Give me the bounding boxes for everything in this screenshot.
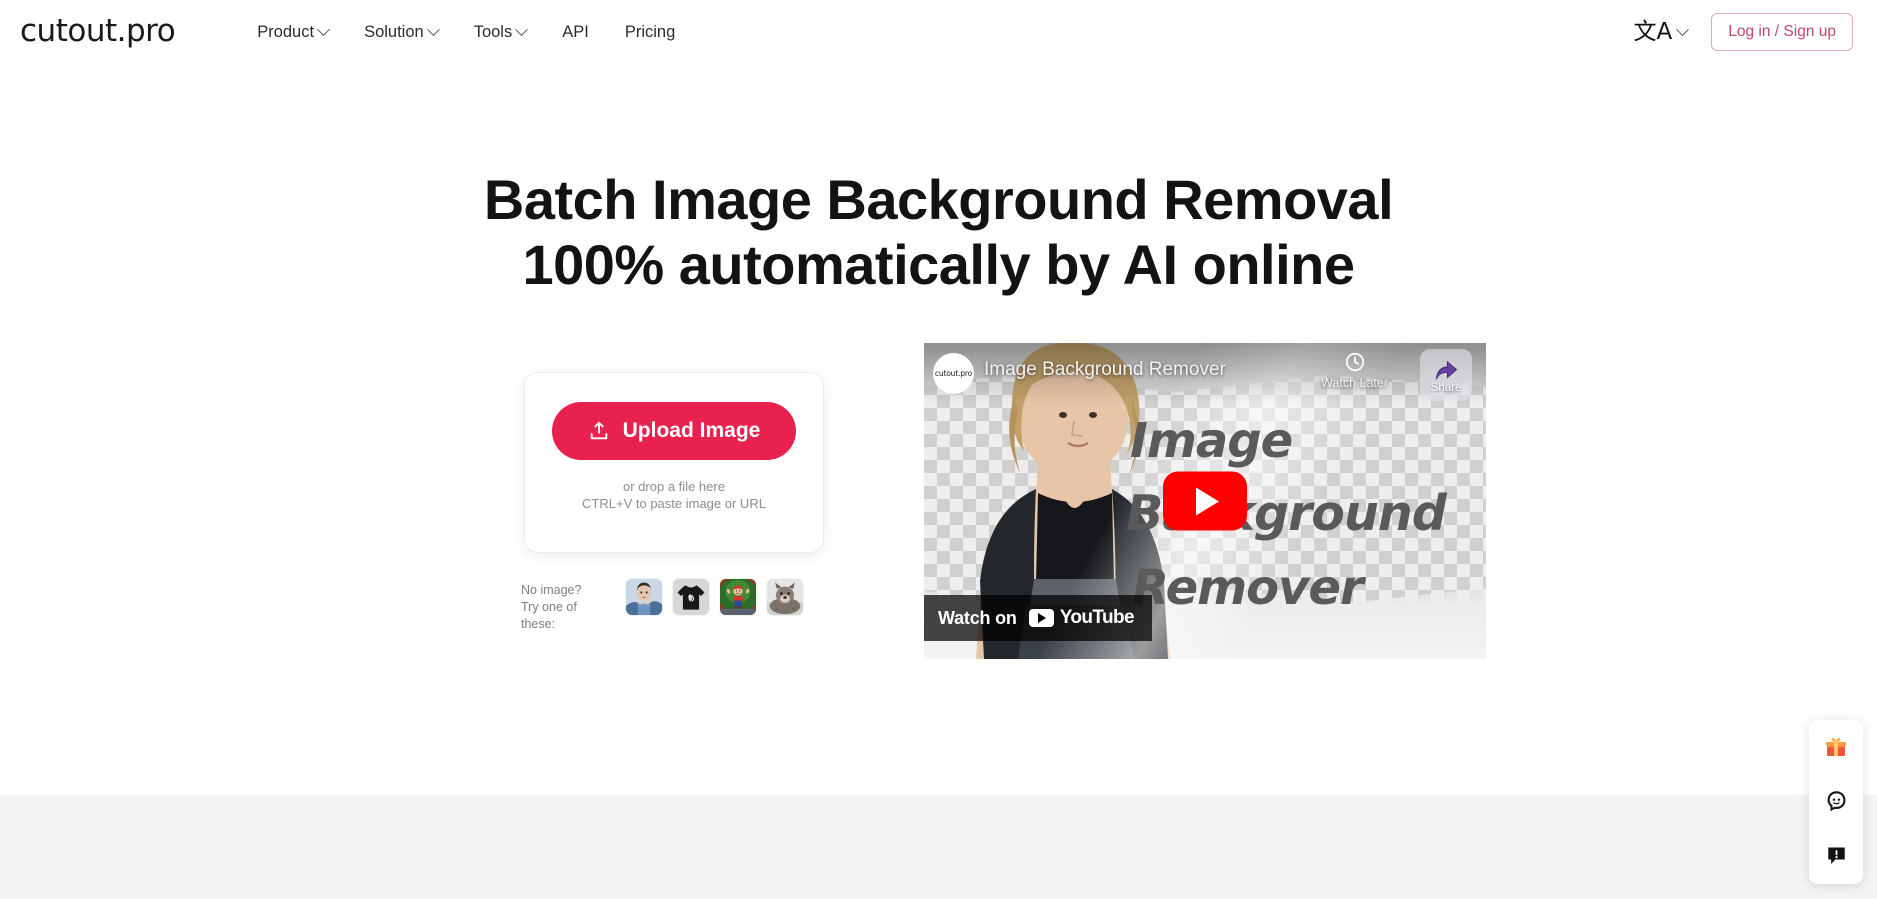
chevron-down-icon [1676,22,1690,36]
site-logo[interactable]: cutout.pro [20,15,176,49]
youtube-video-embed[interactable]: Image Background Remover cutout.pro Imag… [924,343,1486,659]
support-button[interactable] [1819,784,1853,818]
upload-dropzone-card[interactable]: Upload Image or drop a file here CTRL+V … [524,372,824,553]
nav-item-solution[interactable]: Solution [364,22,440,42]
translate-icon: 文A [1633,18,1673,45]
sample-thumbnail-mario[interactable] [719,578,757,616]
dropzone-hint: or drop a file here CTRL+V to paste imag… [582,479,766,512]
nav-item-label: Solution [364,22,424,41]
video-title[interactable]: Image Background Remover [984,359,1226,381]
main-nav: Product Solution Tools API Pricing [257,23,675,42]
thumbnail-text-line1: Image [1130,413,1293,469]
sample-thumbnails [625,578,804,616]
bottom-section [0,795,1877,899]
language-switcher[interactable]: 文A [1633,18,1690,45]
support-face-icon [1827,790,1845,811]
nav-item-label: API [562,22,589,41]
youtube-play-icon[interactable] [1163,471,1247,531]
upload-image-button[interactable]: Upload Image [552,402,796,460]
gift-icon [1826,737,1846,756]
sample-thumbnail-tshirt[interactable] [672,578,710,616]
sample-portrait-image [626,579,662,615]
sample-images-label: No image? Try one of these: [521,578,611,633]
chevron-down-icon [515,22,529,36]
nav-item-pricing[interactable]: Pricing [625,23,675,42]
youtube-play-small-icon [1028,609,1054,627]
thumbnail-text-line3: Remover [1132,560,1364,616]
watch-later-button[interactable]: Watch Later [1321,351,1388,390]
upload-icon [590,421,607,440]
sample-dog-image [767,579,803,615]
sample-mario-image [720,579,756,615]
youtube-logo: YouTube [1028,607,1135,629]
watch-on-label: Watch on [938,607,1017,628]
feedback-button[interactable] [1819,838,1853,872]
site-header: cutout.pro Product Solution Tools API Pr… [0,0,1877,64]
upload-image-button-label: Upload Image [622,419,761,442]
sample-thumbnail-portrait[interactable] [625,578,663,616]
page-title-line1: Batch Image Background Removal [483,168,1394,231]
floating-action-panel [1809,720,1863,884]
sample-thumbnail-dog[interactable] [766,578,804,616]
feedback-icon [1827,846,1845,864]
nav-item-product[interactable]: Product [257,22,330,42]
dropzone-hint-line2: CTRL+V to paste image or URL [582,495,766,511]
nav-item-label: Tools [473,22,513,41]
sample-tshirt-image [673,579,709,615]
page-title: Batch Image Background Removal 100% auto… [0,168,1877,298]
watch-on-youtube-button[interactable]: Watch on YouTube [924,595,1152,641]
nav-item-label: Product [257,22,315,41]
dropzone-hint-line1: or drop a file here [623,479,725,494]
share-label: Share [1430,382,1462,394]
chevron-down-icon [426,22,440,36]
sample-images-row: No image? Try one of these: [521,578,804,633]
chevron-down-icon [317,22,330,36]
page-root: cutout.pro Product Solution Tools API Pr… [0,0,1877,899]
header-actions: 文A Log in / Sign up [1634,13,1853,51]
page-title-line2: 100% automatically by AI online [522,232,1355,296]
clock-icon [1345,352,1364,372]
sample-images-label-line1: No image? [521,583,582,597]
play-triangle [1196,487,1219,515]
channel-avatar[interactable]: cutout.pro [933,353,974,394]
nav-item-api[interactable]: API [562,23,589,42]
nav-item-tools[interactable]: Tools [473,22,529,42]
share-button[interactable]: Share [1420,349,1472,401]
nav-item-label: Pricing [624,22,676,41]
sample-images-label-line2: Try one of these: [521,599,577,631]
youtube-wordmark-text: YouTube [1059,607,1135,628]
gift-button[interactable] [1819,730,1853,764]
watch-later-label: Watch Later [1321,376,1388,390]
login-signup-button[interactable]: Log in / Sign up [1711,13,1853,51]
